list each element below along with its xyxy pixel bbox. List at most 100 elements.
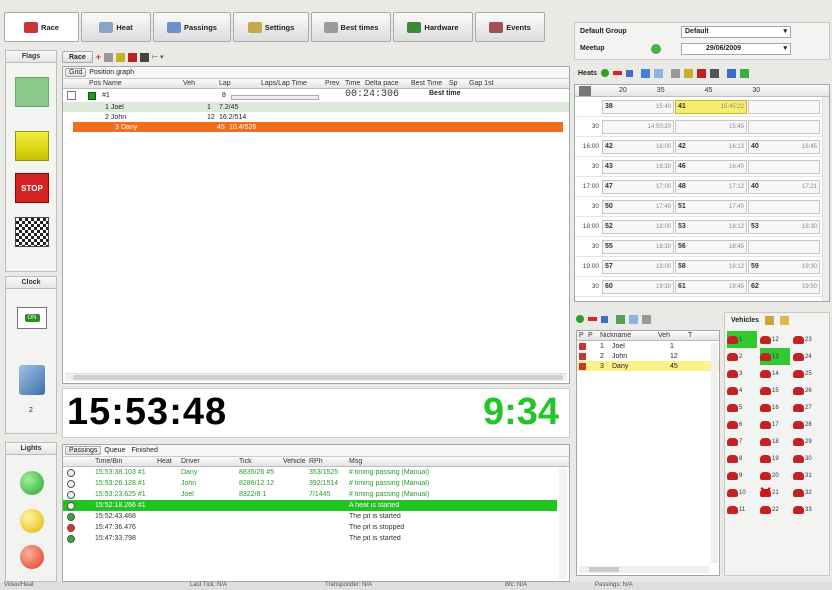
green-flag-button[interactable] bbox=[15, 77, 49, 107]
clock-toggle-button[interactable]: ON bbox=[17, 307, 47, 329]
heat-cell[interactable]: 60 19:30 bbox=[602, 279, 674, 294]
tab-hardware[interactable]: Hardware bbox=[393, 12, 473, 42]
columns-dropdown-icon[interactable]: ⊢ ▾ bbox=[152, 53, 164, 61]
vehicle-item[interactable]: 12 bbox=[760, 331, 790, 348]
vehicle-item[interactable]: 1 bbox=[727, 331, 757, 348]
vehicle-item[interactable]: 4 bbox=[727, 382, 757, 399]
heat-green-icon[interactable] bbox=[740, 68, 750, 78]
group-dropdown[interactable]: Default ▾ bbox=[681, 26, 791, 38]
heat-cell[interactable]: 62 19:50 bbox=[748, 279, 820, 294]
passing-row[interactable]: 15:47:36.476 The pit is stopped bbox=[63, 522, 569, 533]
heat-cell[interactable]: 46 16:40 bbox=[675, 159, 747, 174]
heat-cell[interactable]: 42 16:13 bbox=[675, 139, 747, 154]
red-light-button[interactable] bbox=[20, 545, 44, 569]
remove-heat-icon[interactable] bbox=[613, 71, 623, 75]
vehicle-item[interactable]: 31 bbox=[793, 467, 823, 484]
driver-row[interactable]: 1 Joel 1 bbox=[577, 341, 719, 351]
driver-info-icon[interactable] bbox=[601, 315, 608, 323]
tab-grid[interactable]: Grid bbox=[65, 68, 87, 77]
heat-cell[interactable]: 56 18:45 bbox=[675, 239, 747, 254]
row-checkbox[interactable] bbox=[67, 91, 76, 100]
vehicle-item[interactable]: 19 bbox=[760, 450, 790, 467]
vehicle-item[interactable]: 16 bbox=[760, 399, 790, 416]
heat-cell[interactable]: 61 19:45 bbox=[675, 279, 747, 294]
vehicle-item[interactable]: 5 bbox=[727, 399, 757, 416]
yellow-light-button[interactable] bbox=[20, 509, 44, 533]
scrollbar-thumb[interactable] bbox=[589, 567, 619, 572]
standings-row[interactable]: 2 John 12 16.2/514 bbox=[63, 112, 569, 122]
heat-refresh-icon[interactable] bbox=[654, 68, 664, 78]
heat-view4-icon[interactable] bbox=[710, 68, 720, 78]
scrollbar-thumb[interactable] bbox=[73, 375, 563, 380]
race-label[interactable]: Race bbox=[62, 51, 93, 63]
tab-passings[interactable]: Passings bbox=[153, 12, 231, 42]
passing-row[interactable]: 15:47:33.798 The pit is started bbox=[63, 533, 569, 544]
drivers-vertical-scrollbar[interactable] bbox=[711, 343, 718, 563]
heat-cell[interactable]: 53 18:12 bbox=[675, 219, 747, 234]
standings-group-row[interactable]: #1 8 00:24:306 Best time bbox=[63, 89, 569, 102]
vehicle-item[interactable]: 14 bbox=[760, 365, 790, 382]
tab-finished[interactable]: Finished bbox=[128, 447, 160, 454]
vehicle-item[interactable]: 28 bbox=[793, 416, 823, 433]
checkered-flag-button[interactable] bbox=[15, 217, 49, 247]
passing-row-highlight[interactable]: 15:52:18.266 #1 A heat is started bbox=[63, 500, 557, 511]
vehicle-item[interactable]: 25 bbox=[793, 365, 823, 382]
heat-cell[interactable]: 40 16:45 bbox=[748, 139, 820, 154]
green-light-button[interactable] bbox=[20, 471, 44, 495]
heat-cell[interactable]: 50 17:40 bbox=[602, 199, 674, 214]
vehicle-tool2-icon[interactable] bbox=[780, 315, 790, 325]
vehicle-item[interactable]: 6 bbox=[727, 416, 757, 433]
vehicle-tool-icon[interactable] bbox=[765, 315, 775, 325]
heat-view1-icon[interactable] bbox=[671, 68, 681, 78]
vehicle-item[interactable]: 7 bbox=[727, 433, 757, 450]
vehicle-item[interactable]: 11 bbox=[727, 501, 757, 518]
tab-best-times[interactable]: Best times bbox=[311, 12, 391, 42]
tab-queue[interactable]: Queue bbox=[101, 447, 128, 454]
driver-row-selected[interactable]: 3 Dany 45 bbox=[577, 361, 719, 371]
heat-save-icon[interactable] bbox=[727, 68, 737, 78]
heat-cell[interactable]: 59 19:30 bbox=[748, 259, 820, 274]
heat-grid-icon[interactable] bbox=[641, 68, 651, 78]
yellow-flag-button[interactable] bbox=[15, 131, 49, 161]
vehicle-item[interactable]: 20 bbox=[760, 467, 790, 484]
vehicle-item[interactable]: 2 bbox=[727, 348, 757, 365]
heat-cell[interactable]: 58 19:12 bbox=[675, 259, 747, 274]
tab-events[interactable]: Events bbox=[475, 12, 545, 42]
driver-settings-icon[interactable] bbox=[642, 314, 651, 324]
standings-row-selected[interactable]: 3 Dany 45 10.4/526 bbox=[73, 122, 563, 132]
heat-cell[interactable]: 57 19:00 bbox=[602, 259, 674, 274]
passing-row[interactable]: 15:53:23.625 #1 Joel 8322/8 1 7/1445 # timin… bbox=[63, 489, 569, 500]
heat-cell-selected[interactable]: 41 15:45:22 bbox=[675, 99, 747, 114]
heat-cell[interactable]: 48 17:12 bbox=[675, 179, 747, 194]
add-driver-icon[interactable] bbox=[576, 315, 584, 323]
remove-driver-icon[interactable] bbox=[588, 317, 597, 321]
heat-cell[interactable]: 51 17:40 bbox=[675, 199, 747, 214]
heat-cell[interactable]: 43 16:30 bbox=[602, 159, 674, 174]
grid-view-icon[interactable] bbox=[104, 52, 113, 62]
vehicle-item[interactable]: 9 bbox=[727, 467, 757, 484]
heat-cell[interactable]: 15:45 bbox=[675, 119, 747, 134]
tab-race[interactable]: Race bbox=[4, 12, 79, 42]
vehicle-item[interactable]: 15 bbox=[760, 382, 790, 399]
tab-heat[interactable]: Heat bbox=[81, 12, 151, 42]
drivers-horizontal-scrollbar[interactable] bbox=[579, 566, 709, 573]
tab-settings[interactable]: Settings bbox=[233, 12, 309, 42]
vehicle-item[interactable]: 29 bbox=[793, 433, 823, 450]
heat-cell[interactable]: 53 18:30 bbox=[748, 219, 820, 234]
heat-view3-icon[interactable] bbox=[697, 68, 707, 78]
heat-cell[interactable] bbox=[748, 159, 820, 174]
date-picker[interactable]: 29/06/2009 ▾ bbox=[681, 43, 791, 55]
standings-horizontal-scrollbar[interactable] bbox=[65, 373, 567, 381]
heat-cell[interactable] bbox=[748, 199, 820, 214]
heat-cell[interactable]: 40 17:21 bbox=[748, 179, 820, 194]
driver-view-icon[interactable] bbox=[629, 314, 638, 324]
heat-cell[interactable]: 38 15:40 bbox=[602, 99, 674, 114]
vehicle-item[interactable]: 30 bbox=[793, 450, 823, 467]
driver-row[interactable]: 2 John 12 bbox=[577, 351, 719, 361]
heat-cell[interactable] bbox=[748, 239, 820, 254]
heat-info-icon[interactable] bbox=[626, 69, 634, 77]
heat-cell[interactable]: 14:50:20 bbox=[602, 119, 674, 134]
heat-cell[interactable]: 47 17:00 bbox=[602, 179, 674, 194]
passing-row[interactable]: 15:53:38.103 #1 Dany 8835/26 #5 353/1525 # t… bbox=[63, 467, 569, 478]
vehicle-item[interactable]: 24 bbox=[793, 348, 823, 365]
